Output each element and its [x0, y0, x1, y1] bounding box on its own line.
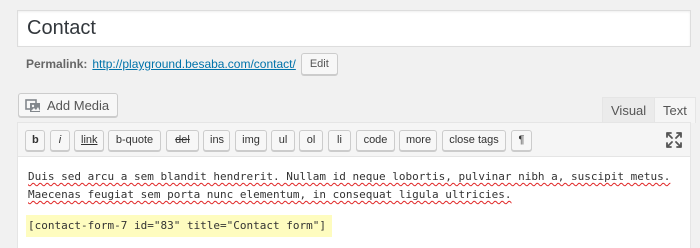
ol-button[interactable]: ol: [299, 130, 323, 151]
post-title-input[interactable]: [17, 10, 691, 47]
content-line-1: Duis sed arcu a sem blandit hendrerit. N…: [28, 170, 671, 183]
li-button[interactable]: li: [328, 130, 351, 151]
bold-button[interactable]: b: [25, 130, 45, 151]
code-button[interactable]: code: [356, 130, 395, 151]
add-media-button[interactable]: Add Media: [18, 93, 119, 117]
fullscreen-icon[interactable]: [664, 130, 684, 150]
media-icon: [25, 99, 40, 112]
italic-button[interactable]: i: [50, 130, 70, 151]
ins-button[interactable]: ins: [203, 130, 230, 151]
link-button[interactable]: link: [74, 130, 104, 151]
more-button[interactable]: more: [399, 130, 437, 151]
ul-button[interactable]: ul: [271, 130, 295, 151]
close-tags-button[interactable]: close tags: [442, 130, 506, 151]
add-media-label: Add Media: [47, 97, 110, 113]
quicktags-toolbar: b i link b-quote del ins img ul ol li co…: [18, 123, 690, 157]
editor-content[interactable]: Duis sed arcu a sem blandit hendrerit. N…: [18, 157, 690, 237]
del-button[interactable]: del: [166, 130, 199, 151]
img-button[interactable]: img: [235, 130, 267, 151]
permalink-url[interactable]: http://playground.besaba.com/contact/: [92, 57, 295, 71]
content-line-2: Maecenas feugiat sem porta nunc elementu…: [28, 188, 512, 201]
permalink-row: Permalink: http://playground.besaba.com/…: [26, 53, 338, 75]
edit-permalink-button[interactable]: Edit: [300, 53, 338, 75]
paragraph-button[interactable]: ¶: [511, 130, 532, 151]
permalink-label: Permalink:: [26, 57, 88, 71]
text-editor: b i link b-quote del ins img ul ol li co…: [17, 122, 691, 248]
tab-visual[interactable]: Visual: [602, 97, 656, 123]
contact-form-shortcode: [contact-form-7 id="83" title="Contact f…: [26, 215, 333, 237]
tab-text[interactable]: Text: [654, 97, 696, 123]
blockquote-button[interactable]: b-quote: [108, 130, 161, 151]
